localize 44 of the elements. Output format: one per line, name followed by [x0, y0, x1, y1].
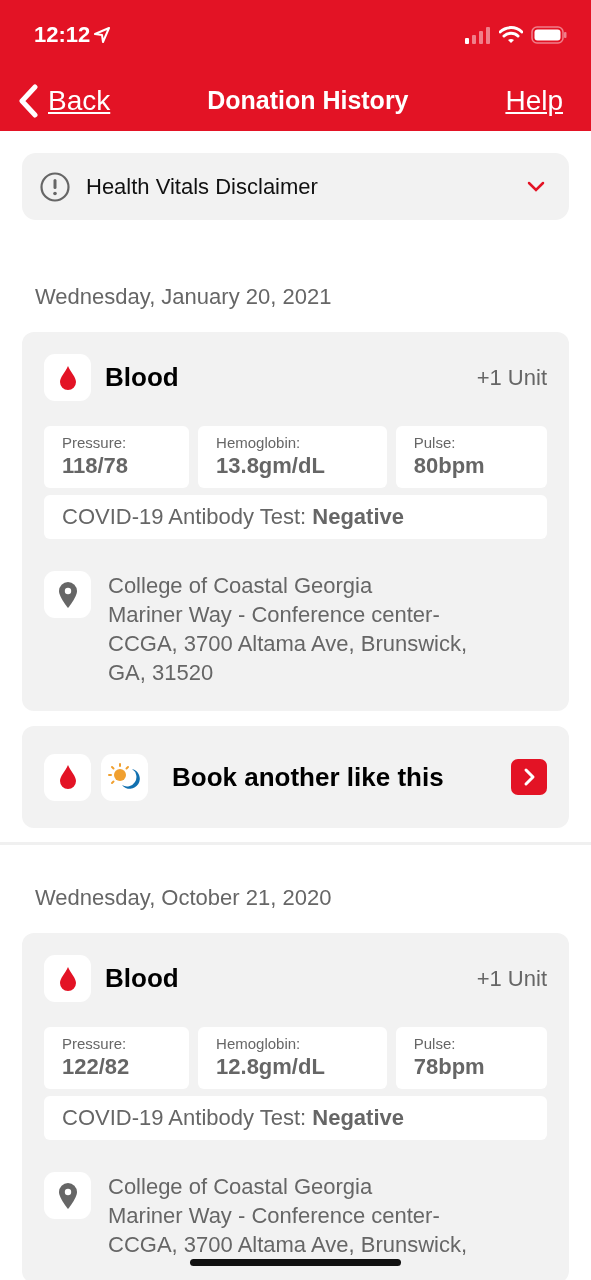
vital-label: Pressure: [62, 1035, 128, 1052]
back-button[interactable]: Back [18, 83, 111, 118]
vital-label: Hemoglobin: [216, 1035, 302, 1052]
book-again-card[interactable]: Book another like this [22, 726, 569, 828]
location-pin-icon [44, 571, 91, 618]
vital-label: Hemoglobin: [216, 434, 302, 451]
blood-drop-icon [44, 753, 91, 801]
antibody-result: COVID-19 Antibody Test: Negative [44, 1096, 547, 1140]
chevron-left-icon [18, 83, 38, 118]
vital-value: 118/78 [62, 453, 130, 479]
antibody-result: COVID-19 Antibody Test: Negative [44, 495, 547, 539]
disclaimer-accordion[interactable]: Health Vitals Disclaimer [22, 153, 569, 220]
donation-type: Blood [105, 963, 180, 994]
donation-date: Wednesday, January 20, 2021 [35, 284, 333, 310]
blood-drop-icon [44, 354, 91, 401]
vital-label: Pulse: [413, 434, 457, 451]
donation-type: Blood [105, 362, 180, 393]
disclaimer-title: Health Vitals Disclaimer [86, 173, 319, 200]
vital-label: Pulse: [413, 1035, 457, 1052]
vital-value: 13.8gm/dL [216, 453, 326, 479]
donation-date: Wednesday, October 21, 2020 [35, 885, 333, 911]
vital-value: 12.8gm/dL [216, 1054, 326, 1080]
vital-value: 78bpm [413, 1054, 486, 1080]
book-again-label: Book another like this [172, 761, 445, 793]
battery-icon [531, 26, 567, 44]
location-arrow-icon [94, 27, 111, 43]
unit-count: +1 Unit [476, 965, 547, 992]
help-link[interactable]: Help [505, 84, 563, 117]
wifi-icon [499, 26, 523, 44]
info-icon [40, 171, 70, 202]
chevron-right-button[interactable] [511, 759, 547, 795]
screen-title: Donation History [207, 86, 409, 115]
location-pin-icon [44, 1172, 91, 1219]
vital-value: 122/82 [62, 1054, 131, 1080]
signal-icon [465, 26, 491, 44]
vital-label: Pressure: [62, 434, 128, 451]
donation-address: College of Coastal Georgia Mariner Way - Conference center- CCGA, 3700 Altama Ave, Brunswick, GA, 31520 [108, 572, 468, 687]
donation-address: College of Coastal Georgia Mariner Way - Conference center- CCGA, 3700 Altama Ave, Brunswick, [108, 1173, 468, 1259]
clock-time: 12:12 [34, 22, 91, 48]
unit-count: +1 Unit [476, 364, 547, 391]
vital-value: 80bpm [413, 453, 486, 479]
sun-moon-icon [101, 753, 148, 801]
chevron-right-icon [522, 767, 536, 787]
blood-drop-icon [44, 955, 91, 1002]
